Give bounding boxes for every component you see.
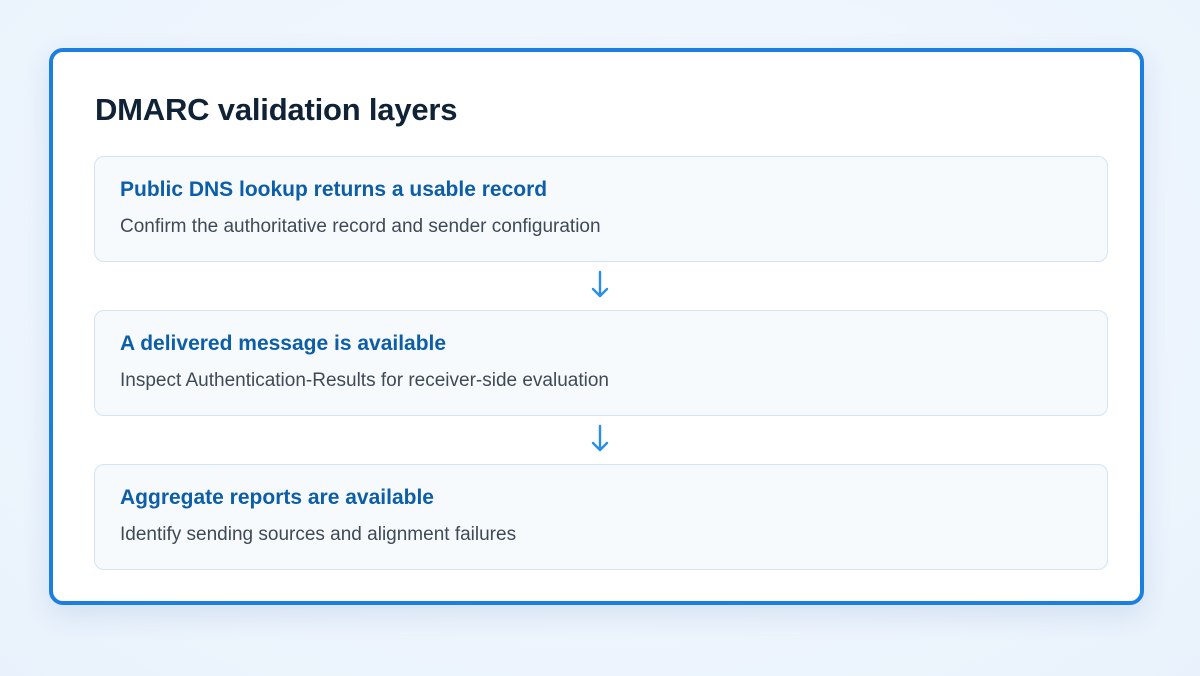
arrow-down-icon xyxy=(591,424,609,452)
step-title: Public DNS lookup returns a usable recor… xyxy=(120,178,548,201)
step-title: A delivered message is available xyxy=(120,332,447,355)
step-aggregate-reports: Aggregate reports are available Identify… xyxy=(94,464,1108,570)
page-title: DMARC validation layers xyxy=(95,92,458,127)
arrow-down-icon xyxy=(591,270,609,298)
validation-layers-card: DMARC validation layers Public DNS looku… xyxy=(49,48,1144,605)
step-dns-lookup: Public DNS lookup returns a usable recor… xyxy=(94,156,1108,262)
step-description: Confirm the authoritative record and sen… xyxy=(120,216,601,237)
step-description: Inspect Authentication-Results for recei… xyxy=(120,370,609,391)
step-description: Identify sending sources and alignment f… xyxy=(120,524,517,545)
step-title: Aggregate reports are available xyxy=(120,486,434,509)
step-delivered-message: A delivered message is available Inspect… xyxy=(94,310,1108,416)
